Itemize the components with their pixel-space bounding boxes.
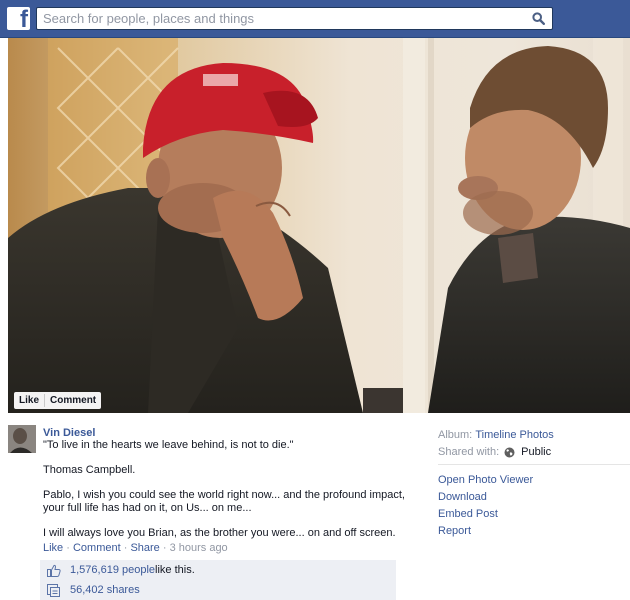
photo-options-menu: Open Photo Viewer Download Embed Post Re… <box>438 474 533 542</box>
post-photo[interactable] <box>8 38 630 413</box>
shares-count-link[interactable]: 56,402 shares <box>70 584 140 596</box>
embed-post-link[interactable]: Embed Post <box>438 508 533 525</box>
search-input[interactable] <box>37 8 517 29</box>
search-button[interactable] <box>524 8 552 29</box>
share-icon <box>47 583 63 597</box>
download-link[interactable]: Download <box>438 491 533 508</box>
likes-row: 1,576,619 people like this. <box>40 560 396 580</box>
avatar-icon <box>8 425 36 453</box>
photo-comment-button[interactable]: Comment <box>45 392 101 409</box>
post-actions: Like · Comment · Share · 3 hours ago <box>43 542 228 554</box>
report-link[interactable]: Report <box>438 525 533 542</box>
open-photo-viewer-link[interactable]: Open Photo Viewer <box>438 474 533 491</box>
album-row: Album: Timeline Photos <box>438 427 628 444</box>
dot-separator: · <box>120 542 131 554</box>
search-box <box>36 7 553 30</box>
post-text-line: I will always love you Brian, as the bro… <box>43 527 396 539</box>
dot-separator: · <box>63 542 73 554</box>
album-label: Album: <box>438 429 473 441</box>
photo-info: Album: Timeline Photos Shared with: Publ… <box>438 427 628 461</box>
privacy-row: Shared with: Public <box>438 444 628 461</box>
shares-row: 56,402 shares <box>40 580 396 600</box>
thumbs-up-icon <box>47 563 63 577</box>
globe-icon[interactable] <box>504 447 515 458</box>
post-author[interactable]: Vin Diesel <box>43 427 95 439</box>
comment-link[interactable]: Comment <box>73 542 121 554</box>
post-text-attribution: Thomas Campbell. <box>43 464 136 476</box>
album-link[interactable]: Timeline Photos <box>475 429 553 442</box>
search-icon <box>531 12 545 25</box>
top-bar: f <box>0 0 630 38</box>
like-link[interactable]: Like <box>43 542 63 554</box>
likes-suffix: like this. <box>155 564 195 576</box>
facebook-logo-icon[interactable]: f <box>7 7 30 32</box>
shared-label: Shared with: <box>438 446 500 458</box>
post-timestamp[interactable]: 3 hours ago <box>170 542 228 554</box>
dot-separator: · <box>159 542 170 554</box>
photo-like-button[interactable]: Like <box>14 392 44 409</box>
post-text-line: Pablo, I wish you could see the world ri… <box>43 489 405 501</box>
avatar[interactable] <box>8 425 36 453</box>
post-text-quote: "To live in the hearts we leave behind, … <box>43 439 294 451</box>
privacy-value[interactable]: Public <box>521 446 551 459</box>
post-text-line: your full life has had on it, on Us... o… <box>43 502 252 514</box>
share-link[interactable]: Share <box>130 542 159 554</box>
divider <box>438 464 630 465</box>
photo-actions: Like Comment <box>14 392 102 409</box>
likes-count-link[interactable]: 1,576,619 people <box>70 564 155 576</box>
